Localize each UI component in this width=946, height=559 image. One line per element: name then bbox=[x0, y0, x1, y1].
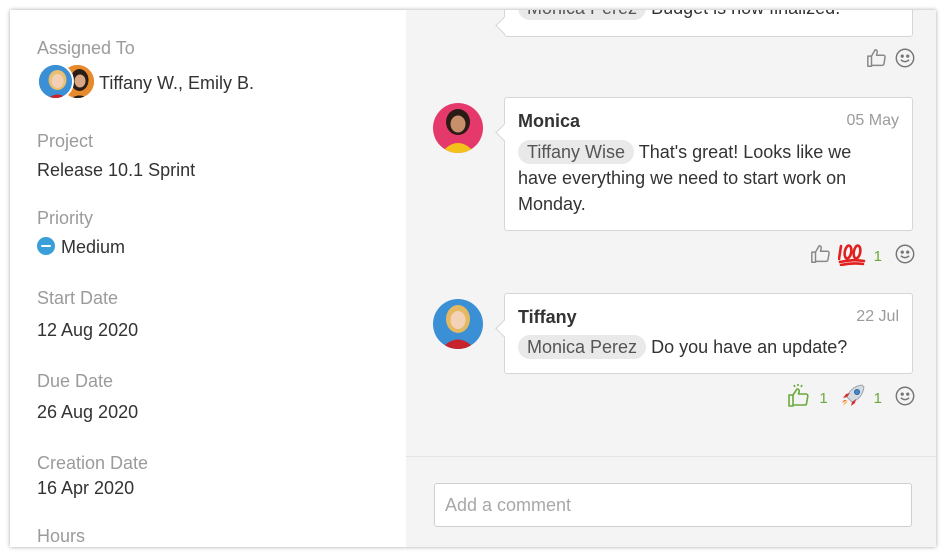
reactions-bar: 1 1 bbox=[787, 383, 916, 414]
due-date-label: Due Date bbox=[37, 371, 114, 391]
comment-text: Monica Perez Budget is now finalized. bbox=[518, 10, 840, 21]
project-label: Project bbox=[37, 131, 94, 151]
comment-body: Do you have an update? bbox=[651, 337, 848, 357]
thumbs-up-icon-active[interactable] bbox=[787, 383, 811, 413]
mention-chip[interactable]: Monica Perez bbox=[518, 10, 647, 20]
avatar-tiffany bbox=[37, 63, 74, 100]
rocket-icon[interactable] bbox=[840, 383, 866, 414]
creation-date-label: Creation Date bbox=[37, 453, 149, 473]
hours-label: Hours bbox=[37, 526, 86, 546]
comment-date: 05 May bbox=[846, 112, 899, 129]
task-detail-window: Assigned To Tiffany W., Emily B. Project… bbox=[10, 10, 936, 547]
comment-date: 22 Jul bbox=[856, 308, 899, 325]
comment-input[interactable] bbox=[434, 483, 912, 527]
comment-body: have everything we need to start work on bbox=[518, 168, 847, 188]
reaction-count: 1 bbox=[819, 389, 828, 407]
comment-body: That's great! Looks like we bbox=[638, 142, 852, 162]
due-date-value[interactable]: 26 Aug 2020 bbox=[37, 402, 138, 423]
creation-date-value: 16 Apr 2020 bbox=[37, 478, 135, 498]
start-date-value[interactable]: 12 Aug 2020 bbox=[37, 320, 138, 341]
priority-value[interactable]: Medium bbox=[61, 237, 125, 258]
avatar-tiffany[interactable] bbox=[433, 299, 483, 349]
thumbs-up-icon[interactable] bbox=[810, 243, 832, 270]
reactions-bar bbox=[866, 47, 916, 73]
composer-divider bbox=[406, 456, 936, 457]
thumbs-up-icon[interactable] bbox=[866, 47, 888, 74]
start-date-label: Start Date bbox=[37, 288, 119, 308]
comment-author[interactable]: Tiffany bbox=[518, 307, 577, 328]
priority-label: Priority bbox=[37, 208, 94, 228]
assigned-to-label: Assigned To bbox=[37, 38, 135, 58]
assignee-avatars[interactable] bbox=[37, 63, 97, 103]
mention-chip[interactable]: Tiffany Wise bbox=[518, 140, 635, 164]
comment-body: Budget is now finalized. bbox=[651, 10, 840, 18]
avatar-monica[interactable] bbox=[433, 103, 483, 153]
comment-bubble-tiffany: Tiffany 22 Jul Monica Perez Do you have … bbox=[504, 293, 913, 374]
assigned-to-value: Tiffany W., Emily B. bbox=[99, 73, 255, 93]
reactions-bar: 1 bbox=[810, 243, 916, 269]
task-details-panel: Assigned To Tiffany W., Emily B. Project… bbox=[10, 10, 406, 547]
comment-bubble-partial: Monica Perez Budget is now finalized. bbox=[504, 10, 913, 37]
smiley-icon[interactable] bbox=[894, 385, 916, 412]
hundred-points-icon[interactable] bbox=[837, 242, 866, 271]
reaction-count: 1 bbox=[873, 389, 882, 407]
comments-panel: Monica Perez Budget is now finalized. bbox=[406, 10, 936, 547]
comment-text: Tiffany Wise That's great! Looks like we… bbox=[518, 139, 851, 217]
minus-circle-icon bbox=[37, 237, 55, 255]
mention-chip[interactable]: Monica Perez bbox=[518, 335, 647, 359]
reaction-count: 1 bbox=[873, 247, 882, 265]
comment-bubble-monica: Monica 05 May Tiffany Wise That's great!… bbox=[504, 97, 913, 231]
comment-text: Monica Perez Do you have an update? bbox=[518, 334, 847, 360]
project-value[interactable]: Release 10.1 Sprint bbox=[37, 160, 195, 181]
comment-body: Monday. bbox=[518, 194, 586, 214]
smiley-icon[interactable] bbox=[894, 47, 916, 74]
comment-author[interactable]: Monica bbox=[518, 111, 580, 132]
smiley-icon[interactable] bbox=[894, 243, 916, 270]
